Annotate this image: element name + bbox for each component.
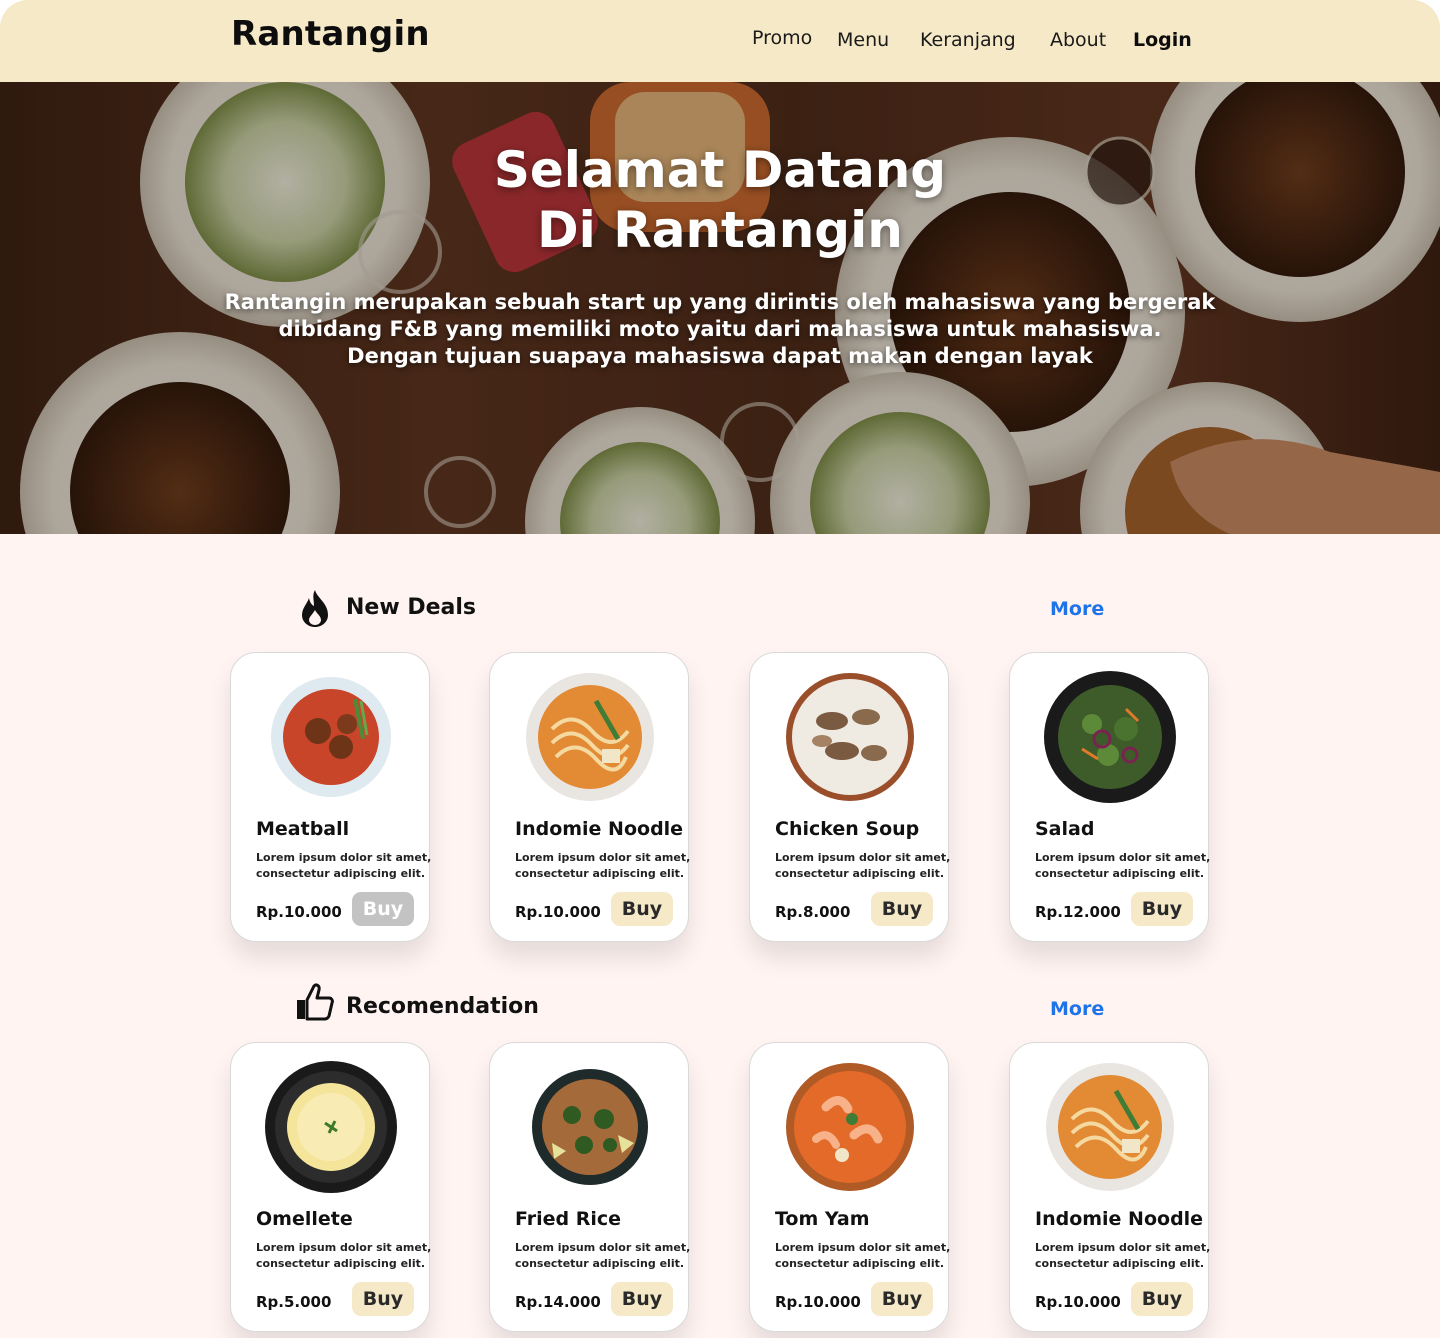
food-desc-line2: consectetur adipiscing elit.: [775, 867, 945, 880]
food-card[interactable]: Fried Rice Lorem ipsum dolor sit amet, c…: [489, 1042, 691, 1332]
food-description: Lorem ipsum dolor sit amet, consectetur …: [775, 850, 951, 882]
recomendation-more-link[interactable]: More: [1050, 998, 1104, 1020]
food-card[interactable]: Indomie Noodle Lorem ipsum dolor sit ame…: [489, 652, 691, 942]
food-description: Lorem ipsum dolor sit amet, consectetur …: [515, 1240, 691, 1272]
food-desc-line2: consectetur adipiscing elit.: [515, 867, 685, 880]
food-desc-line1: Lorem ipsum dolor sit amet,: [1035, 851, 1211, 864]
food-price: Rp.8.000: [775, 903, 851, 921]
new-deals-title: New Deals: [346, 595, 476, 620]
buy-button[interactable]: Buy: [352, 892, 414, 926]
food-price: Rp.10.000: [515, 903, 601, 921]
food-desc-line2: consectetur adipiscing elit.: [775, 1257, 945, 1270]
thumbs-up-icon: [297, 983, 334, 1021]
buy-button[interactable]: Buy: [871, 1282, 933, 1316]
food-name: Indomie Noodle: [1035, 1208, 1204, 1230]
food-card[interactable]: Tom Yam Lorem ipsum dolor sit amet, cons…: [749, 1042, 951, 1332]
food-price: Rp.10.000: [1035, 1293, 1121, 1311]
food-card[interactable]: Meatball Lorem ipsum dolor sit amet, con…: [230, 652, 432, 942]
buy-button[interactable]: Buy: [1131, 1282, 1193, 1316]
buy-button[interactable]: Buy: [871, 892, 933, 926]
food-desc-line1: Lorem ipsum dolor sit amet,: [515, 851, 691, 864]
hero-title-line1: Selamat Datang: [493, 141, 947, 199]
hero-banner: Selamat Datang Di Rantangin Rantangin me…: [0, 82, 1440, 534]
hero-desc-line2: dibidang F&B yang memiliki moto yaitu da…: [278, 317, 1162, 341]
food-name: Omellete: [256, 1208, 353, 1230]
food-price: Rp.10.000: [775, 1293, 861, 1311]
food-name: Chicken Soup: [775, 818, 920, 840]
nav-menu-link[interactable]: Menu: [837, 29, 889, 51]
food-name: Meatball: [256, 818, 350, 840]
food-desc-line2: consectetur adipiscing elit.: [256, 1257, 426, 1270]
omelette-dish-image: [265, 1061, 397, 1193]
food-name: Indomie Noodle: [515, 818, 684, 840]
hero-title: Selamat Datang Di Rantangin: [0, 140, 1440, 260]
food-price: Rp.14.000: [515, 1293, 601, 1311]
food-price: Rp.10.000: [256, 903, 342, 921]
food-desc-line1: Lorem ipsum dolor sit amet,: [775, 851, 951, 864]
nav-promo-link[interactable]: Promo: [752, 27, 812, 49]
noodle-dish-image: [526, 673, 654, 801]
hero-title-line2: Di Rantangin: [537, 201, 903, 259]
noodle-dish-image: [1046, 1063, 1174, 1191]
food-name: Tom Yam: [775, 1208, 870, 1230]
hero-description: Rantangin merupakan sebuah start up yang…: [0, 289, 1440, 370]
food-name: Fried Rice: [515, 1208, 622, 1230]
food-description: Lorem ipsum dolor sit amet, consectetur …: [1035, 850, 1211, 882]
page-frame: Rantangin Promo Menu Keranjang About Log…: [0, 0, 1440, 1338]
buy-button[interactable]: Buy: [352, 1282, 414, 1316]
hero-desc-line3: Dengan tujuan suapaya mahasiswa dapat ma…: [347, 344, 1093, 368]
food-card[interactable]: Salad Lorem ipsum dolor sit amet, consec…: [1009, 652, 1211, 942]
food-desc-line1: Lorem ipsum dolor sit amet,: [775, 1241, 951, 1254]
buy-button[interactable]: Buy: [1131, 892, 1193, 926]
food-desc-line1: Lorem ipsum dolor sit amet,: [515, 1241, 691, 1254]
brand-logo[interactable]: Rantangin: [231, 14, 430, 54]
food-desc-line2: consectetur adipiscing elit.: [1035, 867, 1205, 880]
food-description: Lorem ipsum dolor sit amet, consectetur …: [1035, 1240, 1211, 1272]
new-deals-more-link[interactable]: More: [1050, 598, 1104, 620]
food-desc-line2: consectetur adipiscing elit.: [1035, 1257, 1205, 1270]
salad-dish-image: [1044, 671, 1176, 803]
nav-login-link[interactable]: Login: [1133, 29, 1192, 51]
food-desc-line1: Lorem ipsum dolor sit amet,: [1035, 1241, 1211, 1254]
meatball-dish-image: [271, 677, 391, 797]
tom-yam-dish-image: [786, 1063, 914, 1191]
recomendation-title: Recomendation: [346, 994, 539, 1019]
food-description: Lorem ipsum dolor sit amet, consectetur …: [256, 1240, 432, 1272]
nav-about-link[interactable]: About: [1050, 29, 1106, 51]
buy-button[interactable]: Buy: [611, 1282, 673, 1316]
food-desc-line1: Lorem ipsum dolor sit amet,: [256, 851, 432, 864]
recomendation-header: Recomendation More: [0, 982, 1440, 1032]
food-price: Rp.12.000: [1035, 903, 1121, 921]
food-desc-line1: Lorem ipsum dolor sit amet,: [256, 1241, 432, 1254]
nav-keranjang-link[interactable]: Keranjang: [920, 29, 1016, 51]
buy-button[interactable]: Buy: [611, 892, 673, 926]
food-name: Salad: [1035, 818, 1095, 840]
food-description: Lorem ipsum dolor sit amet, consectetur …: [256, 850, 432, 882]
chicken-soup-dish-image: [786, 673, 914, 801]
food-card[interactable]: Chicken Soup Lorem ipsum dolor sit amet,…: [749, 652, 951, 942]
flame-icon: [302, 590, 328, 627]
new-deals-header: New Deals More: [0, 585, 1440, 635]
food-card[interactable]: Omellete Lorem ipsum dolor sit amet, con…: [230, 1042, 432, 1332]
navbar: Rantangin Promo Menu Keranjang About Log…: [0, 0, 1440, 82]
food-desc-line2: consectetur adipiscing elit.: [256, 867, 426, 880]
hero-desc-line1: Rantangin merupakan sebuah start up yang…: [224, 290, 1216, 314]
food-price: Rp.5.000: [256, 1293, 332, 1311]
food-description: Lorem ipsum dolor sit amet, consectetur …: [775, 1240, 951, 1272]
food-card[interactable]: Indomie Noodle Lorem ipsum dolor sit ame…: [1009, 1042, 1211, 1332]
food-desc-line2: consectetur adipiscing elit.: [515, 1257, 685, 1270]
fried-rice-dish-image: [532, 1069, 648, 1185]
food-description: Lorem ipsum dolor sit amet, consectetur …: [515, 850, 691, 882]
